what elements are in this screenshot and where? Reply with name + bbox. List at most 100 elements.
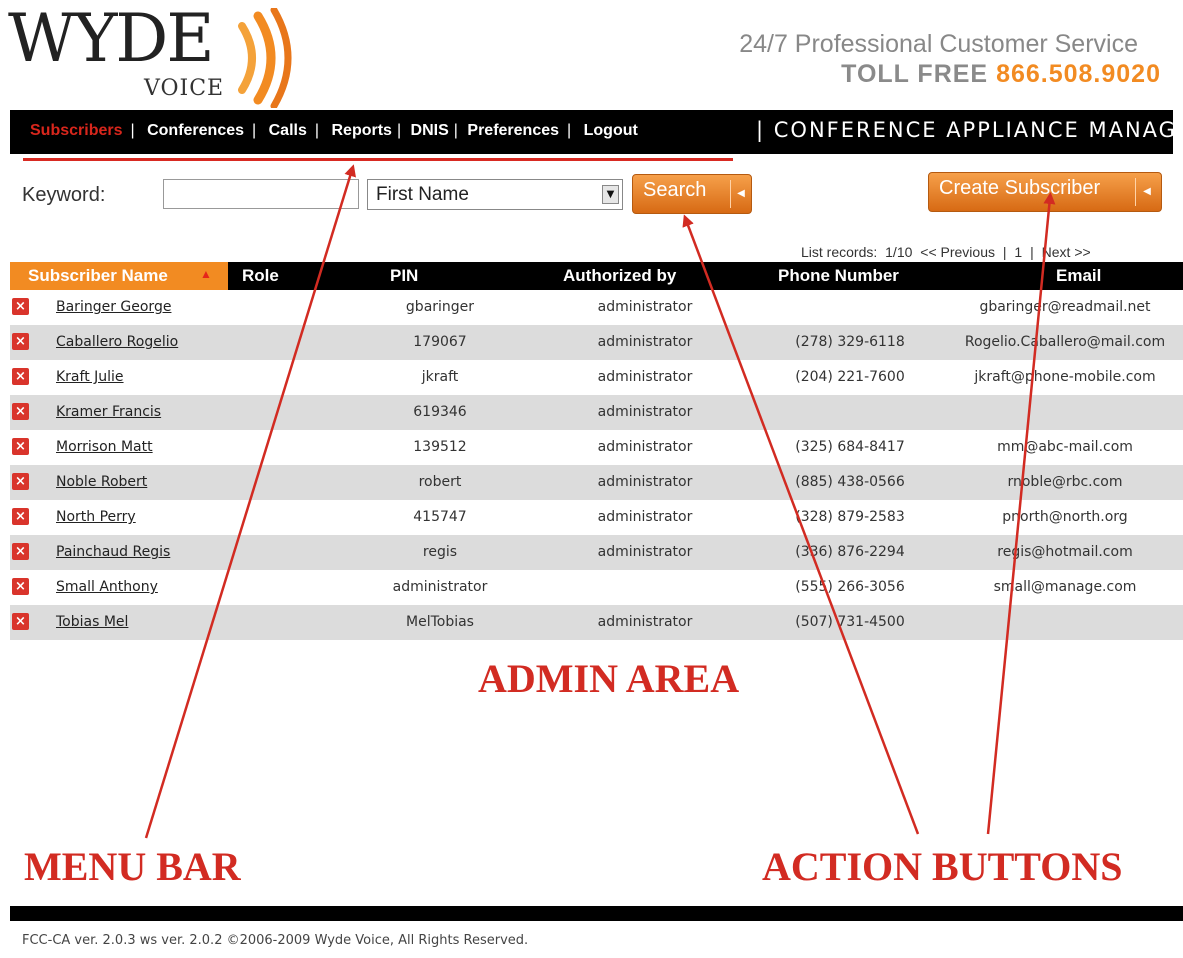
keyword-label: Keyword: (22, 184, 106, 206)
pin-cell: administrator (392, 579, 488, 595)
action-buttons-annotation: ACTION BUTTONS (762, 844, 1123, 889)
authorized-by-cell: administrator (597, 509, 693, 525)
footer-bar (10, 906, 1183, 921)
delete-icon[interactable]: × (12, 368, 29, 385)
pager-separator: | (1030, 244, 1034, 260)
subscriber-name-link[interactable]: Morrison Matt (56, 439, 153, 455)
subscriber-name-link[interactable]: Painchaud Regis (56, 544, 170, 560)
authorized-by-cell: administrator (597, 334, 693, 350)
subscriber-name-link[interactable]: Baringer George (56, 299, 171, 315)
footer-copyright: FCC-CA ver. 2.0.3 ws ver. 2.0.2 ©2006-20… (22, 933, 529, 948)
dropdown-arrow-icon[interactable]: ▼ (602, 185, 619, 204)
table-row: × Morrison Matt 139512 administrator (32… (10, 430, 1183, 465)
table-row: × North Perry 415747 administrator (328)… (10, 500, 1183, 535)
pin-cell: robert (418, 474, 462, 490)
pager-label: List records: (801, 244, 878, 260)
phone-cell: (555) 266-3056 (795, 579, 905, 595)
menu-item-preferences[interactable]: Preferences (467, 122, 559, 139)
pin-cell: regis (422, 544, 458, 560)
keyword-input[interactable] (163, 179, 359, 209)
column-header-subscriber-name[interactable]: Subscriber Name ▲ (10, 262, 228, 290)
authorized-by-cell: administrator (597, 369, 693, 385)
email-cell: pnorth@north.org (1002, 509, 1128, 525)
column-header-role[interactable]: Role (242, 266, 279, 286)
table-row: × Baringer George gbaringer administrato… (10, 290, 1183, 325)
authorized-by-cell: administrator (597, 614, 693, 630)
menu-bar-annotation: MENU BAR (24, 844, 241, 889)
logo-subtext: VOICE (144, 76, 225, 101)
search-dropdown-icon[interactable]: ◀ (731, 175, 751, 213)
menu-item-reports[interactable]: Reports (331, 122, 391, 139)
delete-icon[interactable]: × (12, 508, 29, 525)
menu-item-conferences[interactable]: Conferences (147, 122, 244, 139)
column-header-pin[interactable]: PIN (390, 266, 418, 286)
email-cell: jkraft@phone-mobile.com (974, 369, 1156, 385)
subscriber-name-link[interactable]: North Perry (56, 509, 136, 525)
delete-icon[interactable]: × (12, 473, 29, 490)
subscriber-name-link[interactable]: Tobias Mel (56, 614, 128, 630)
authorized-by-cell: administrator (597, 299, 693, 315)
sound-waves-icon (238, 8, 292, 108)
pin-cell: 139512 (413, 439, 467, 455)
phone-cell: (328) 879-2583 (795, 509, 905, 525)
pin-cell: MelTobias (406, 614, 474, 630)
search-field-select[interactable]: First Name ▼ (367, 179, 623, 210)
admin-area-annotation: ADMIN AREA (478, 656, 740, 701)
menu-item-calls[interactable]: Calls (269, 122, 307, 139)
table-row: × Kramer Francis 619346 administrator (10, 395, 1183, 430)
search-button[interactable]: Search ◀ (632, 174, 752, 214)
email-cell: regis@hotmail.com (997, 544, 1133, 560)
email-cell: small@manage.com (993, 579, 1137, 595)
delete-icon[interactable]: × (12, 333, 29, 350)
create-subscriber-button[interactable]: Create Subscriber ◀ (928, 172, 1162, 212)
pager-separator: | (1002, 244, 1007, 260)
subscriber-name-link[interactable]: Kramer Francis (56, 404, 161, 420)
create-dropdown-icon[interactable]: ◀ (1137, 173, 1157, 211)
toll-free-line: TOLL FREE 866.508.9020 (841, 60, 1161, 89)
search-field-value: First Name (376, 184, 469, 205)
email-cell: Rogelio.Caballero@mail.com (964, 334, 1166, 350)
subscriber-name-link[interactable]: Kraft Julie (56, 369, 124, 385)
table-row: × Small Anthony administrator (555) 266-… (10, 570, 1183, 605)
delete-icon[interactable]: × (12, 438, 29, 455)
column-header-phone-number[interactable]: Phone Number (778, 266, 899, 286)
table-row: × Tobias Mel MelTobias administrator (50… (10, 605, 1183, 640)
pager-page-link[interactable]: 1 (1014, 244, 1022, 260)
delete-icon[interactable]: × (12, 578, 29, 595)
delete-icon[interactable]: × (12, 613, 29, 630)
column-header-authorized-by[interactable]: Authorized by (563, 266, 676, 286)
table-header: Subscriber Name ▲ Role PIN Authorized by… (10, 262, 1183, 290)
app-title: | CONFERENCE APPLIANCE MANAGER (756, 118, 1183, 142)
pin-cell: 179067 (413, 334, 467, 350)
phone-cell: (336) 876-2294 (795, 544, 905, 560)
wyde-voice-logo: WYDE VOICE (8, 6, 308, 108)
phone-cell: (278) 329-6118 (795, 334, 905, 350)
toll-free-number: 866.508.9020 (996, 60, 1161, 88)
delete-icon[interactable]: × (12, 543, 29, 560)
subscriber-name-link[interactable]: Noble Robert (56, 474, 147, 490)
authorized-by-cell: administrator (597, 439, 693, 455)
menu-item-logout[interactable]: Logout (584, 122, 638, 139)
delete-icon[interactable]: × (12, 403, 29, 420)
column-header-email[interactable]: Email (1056, 266, 1101, 286)
table-row: × Caballero Rogelio 179067 administrator… (10, 325, 1183, 360)
pager-previous-link[interactable]: << Previous (920, 244, 995, 260)
phone-cell: (885) 438-0566 (795, 474, 905, 490)
pager-next-link[interactable]: Next >> (1042, 244, 1091, 260)
table-row: × Noble Robert robert administrator (885… (10, 465, 1183, 500)
pin-cell: jkraft (421, 369, 459, 385)
menu-item-dnis[interactable]: DNIS (411, 122, 449, 139)
subscriber-name-link[interactable]: Small Anthony (56, 579, 158, 595)
create-subscriber-label: Create Subscriber (939, 177, 1101, 199)
service-tagline: 24/7 Professional Customer Service (739, 30, 1138, 58)
delete-icon[interactable]: × (12, 298, 29, 315)
pin-cell: gbaringer (405, 299, 475, 315)
menu-bar: Subscribers | Conferences | Calls | Reports… (10, 110, 1183, 154)
menu-items: Subscribers | Conferences | Calls | Reports… (30, 122, 638, 139)
email-cell: gbaringer@readmail.net (979, 299, 1151, 315)
menu-item-subscribers[interactable]: Subscribers (30, 122, 122, 139)
subscriber-name-link[interactable]: Caballero Rogelio (56, 334, 178, 350)
pin-cell: 619346 (413, 404, 467, 420)
table-row: × Painchaud Regis regis administrator (3… (10, 535, 1183, 570)
toll-free-label: TOLL FREE (841, 60, 989, 88)
